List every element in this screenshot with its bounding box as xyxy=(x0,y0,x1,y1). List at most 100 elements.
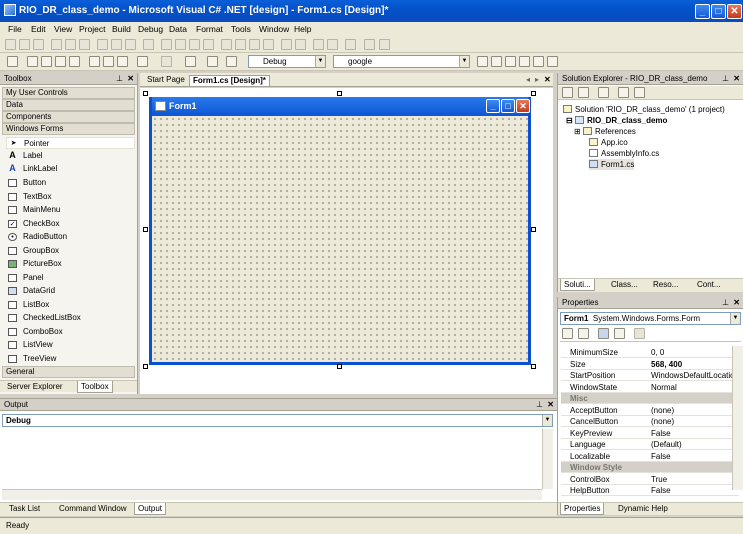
collapse-icon[interactable]: ⊟ xyxy=(566,116,573,125)
tab-class-view[interactable]: Class... xyxy=(608,279,641,290)
property-value[interactable]: False xyxy=(651,485,671,496)
property-value[interactable]: False xyxy=(651,451,671,462)
toolbox-item-checkedlistbox[interactable]: CheckedListBox xyxy=(6,312,81,324)
toolbox-category-components[interactable]: Components xyxy=(2,111,135,123)
paste-icon[interactable] xyxy=(117,56,128,67)
property-value[interactable]: WindowsDefaultLocation xyxy=(651,370,739,381)
toolbox-category-general[interactable]: General xyxy=(2,366,135,378)
toolbox-item-label[interactable]: A Label xyxy=(6,150,42,162)
menu-view[interactable]: View xyxy=(54,23,72,35)
toolbox-icon[interactable] xyxy=(505,56,516,67)
layout-more-icon[interactable] xyxy=(379,39,390,50)
resize-handle[interactable] xyxy=(143,364,148,369)
resize-handle[interactable] xyxy=(531,227,536,232)
toolbox-item-linklabel[interactable]: A LinkLabel xyxy=(6,163,57,175)
properties-window-icon[interactable] xyxy=(491,56,502,67)
tab-command-window[interactable]: Command Window xyxy=(56,503,130,514)
property-value[interactable]: Normal xyxy=(651,382,677,393)
menu-tools[interactable]: Tools xyxy=(231,23,251,35)
toolbar-options-icon[interactable] xyxy=(547,56,558,67)
save-all-icon[interactable] xyxy=(69,56,80,67)
close-icon[interactable]: ✕ xyxy=(547,399,554,411)
close-icon[interactable]: ✕ xyxy=(544,75,551,85)
toolbox-item-panel[interactable]: Panel xyxy=(6,272,43,284)
toolbox-item-datagrid[interactable]: DataGrid xyxy=(6,285,55,297)
lock-controls-icon[interactable] xyxy=(345,39,356,50)
align-to-grid-icon[interactable] xyxy=(143,39,154,50)
resize-handle[interactable] xyxy=(143,91,148,96)
center-vertically-icon[interactable] xyxy=(295,39,306,50)
events-icon[interactable] xyxy=(614,328,625,339)
property-row[interactable]: WindowState Normal xyxy=(561,382,739,393)
categorized-icon[interactable] xyxy=(562,328,573,339)
tab-order-icon[interactable] xyxy=(364,39,375,50)
center-horizontally-icon[interactable] xyxy=(281,39,292,50)
align-lefts-icon[interactable] xyxy=(5,39,16,50)
toolbox-item-button[interactable]: Button xyxy=(6,177,46,189)
tab-output[interactable]: Output xyxy=(134,503,167,515)
show-all-files-icon[interactable] xyxy=(618,87,629,98)
tab-server-explorer[interactable]: Server Explorer xyxy=(4,381,66,392)
tree-solution[interactable]: Solution 'RIO_DR_class_demo' (1 project) xyxy=(563,104,725,115)
add-item-icon[interactable] xyxy=(27,56,38,67)
toolbox-item-pointer[interactable]: ➤ Pointer xyxy=(6,137,135,149)
redo-icon[interactable] xyxy=(161,56,172,67)
toolbox-item-groupbox[interactable]: GroupBox xyxy=(6,245,59,257)
tree-app-ico[interactable]: App.ico xyxy=(589,137,628,148)
resize-handle[interactable] xyxy=(337,91,342,96)
make-same-width-icon[interactable] xyxy=(97,39,108,50)
close-icon[interactable]: ✕ xyxy=(733,297,740,309)
toolbox-item-picturebox[interactable]: PictureBox xyxy=(6,258,62,270)
menu-build[interactable]: Build xyxy=(112,23,131,35)
expand-icon[interactable]: ⊞ xyxy=(574,127,581,136)
pin-icon[interactable]: ⊥ xyxy=(116,73,123,85)
increase-hspacing-icon[interactable] xyxy=(175,39,186,50)
resize-handle[interactable] xyxy=(143,227,148,232)
align-middles-icon[interactable] xyxy=(65,39,76,50)
tab-scroll-right-icon[interactable]: ▸ xyxy=(535,75,539,85)
toolbox-item-mainmenu[interactable]: MainMenu xyxy=(6,204,60,216)
menu-help[interactable]: Help xyxy=(294,23,311,35)
properties-icon[interactable] xyxy=(634,87,645,98)
property-row[interactable]: Size 568, 400 xyxy=(561,359,739,370)
chevron-down-icon[interactable]: ▼ xyxy=(315,56,325,67)
resize-handle[interactable] xyxy=(531,91,536,96)
chevron-down-icon[interactable]: ▼ xyxy=(459,56,469,67)
align-rights-icon[interactable] xyxy=(33,39,44,50)
property-value[interactable]: 568, 400 xyxy=(651,359,682,370)
horizontal-spacing-icon[interactable] xyxy=(161,39,172,50)
pin-icon[interactable]: ⊥ xyxy=(722,73,729,85)
save-icon[interactable] xyxy=(55,56,66,67)
tree-form1[interactable]: Form1.cs xyxy=(589,159,635,170)
minimize-button[interactable]: _ xyxy=(695,4,710,19)
menu-debug[interactable]: Debug xyxy=(138,23,163,35)
resize-handle[interactable] xyxy=(531,364,536,369)
new-project-icon[interactable] xyxy=(7,56,18,67)
tab-task-list[interactable]: Task List xyxy=(6,503,43,514)
toolbox-category-data[interactable]: Data xyxy=(2,99,135,111)
increase-vspacing-icon[interactable] xyxy=(235,39,246,50)
property-row[interactable]: StartPosition WindowsDefaultLocation xyxy=(561,370,739,381)
form1-client-area[interactable] xyxy=(152,116,528,362)
property-row[interactable]: ControlBox True xyxy=(561,474,739,485)
property-category[interactable]: Window Style xyxy=(561,462,739,473)
output-hscroll[interactable] xyxy=(2,489,542,500)
remove-hspacing-icon[interactable] xyxy=(203,39,214,50)
cut-icon[interactable] xyxy=(89,56,100,67)
menu-window[interactable]: Window xyxy=(259,23,289,35)
property-value[interactable]: True xyxy=(651,474,667,485)
bring-to-front-icon[interactable] xyxy=(313,39,324,50)
toolbox-item-combobox[interactable]: ComboBox xyxy=(6,326,63,338)
tab-toolbox[interactable]: Toolbox xyxy=(77,381,113,393)
tools-icon[interactable] xyxy=(533,56,544,67)
property-row[interactable]: Language (Default) xyxy=(561,439,739,450)
resize-handle[interactable] xyxy=(337,364,342,369)
property-pages-icon[interactable] xyxy=(634,328,645,339)
view-designer-icon[interactable] xyxy=(578,87,589,98)
toolbox-category-user-controls[interactable]: My User Controls xyxy=(2,87,135,99)
open-file-icon[interactable] xyxy=(41,56,52,67)
toolbox-item-radiobutton[interactable]: • RadioButton xyxy=(6,231,67,243)
output-vscroll[interactable] xyxy=(542,429,553,489)
property-value[interactable]: (Default) xyxy=(651,439,682,450)
chevron-down-icon[interactable]: ▼ xyxy=(730,313,740,324)
